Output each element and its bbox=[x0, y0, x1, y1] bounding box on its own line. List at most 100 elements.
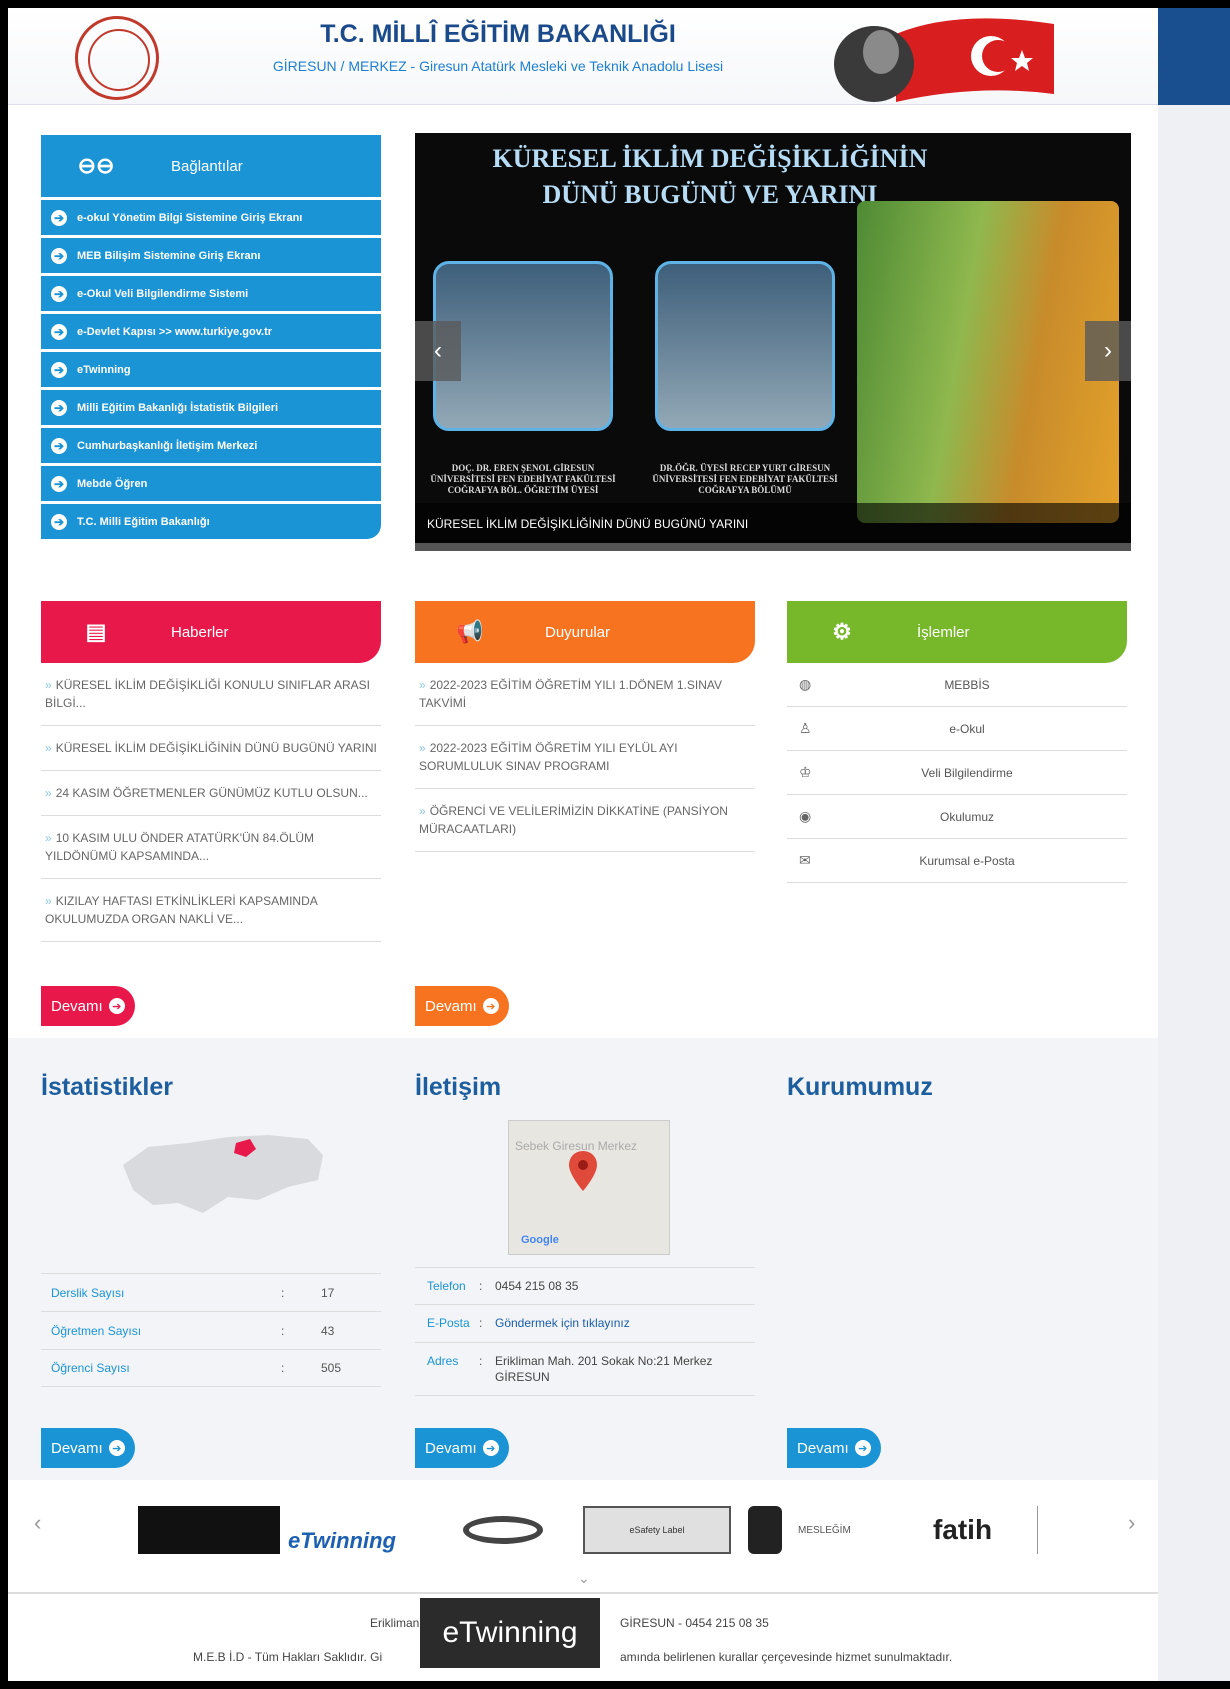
link-label: e-okul Yönetim Bilgi Sistemine Giriş Ekr… bbox=[77, 211, 303, 224]
slide-caption[interactable]: KÜRESEL İKLİM DEĞİŞİKLİĞİNİN DÜNÜ BUGÜNÜ… bbox=[415, 503, 1131, 543]
map-pin-icon bbox=[569, 1151, 597, 1191]
link-icon: ⊖⊖ bbox=[77, 153, 115, 178]
right-edge-header bbox=[1158, 8, 1230, 105]
announcements-heading: Duyurular bbox=[545, 623, 611, 641]
double-chevron-icon: » bbox=[45, 678, 52, 692]
op-item-eposta[interactable]: ✉ Kurumsal e-Posta bbox=[787, 839, 1127, 883]
news-item[interactable]: » 10 KASIM ULU ÖNDER ATATÜRK'ÜN 84.ÖLÜM Y… bbox=[41, 816, 381, 879]
op-item-eokul[interactable]: ♙ e-Okul bbox=[787, 707, 1127, 751]
slider-prev-button[interactable]: ‹ bbox=[415, 321, 461, 381]
contact-value: 0454 215 08 35 bbox=[495, 1279, 579, 1293]
footer-copyright-left: M.E.B İ.D - Tüm Hakları Saklıdır. Gi bbox=[193, 1650, 383, 1664]
meb-logo[interactable] bbox=[75, 16, 159, 100]
news-item[interactable]: » KIZILAY HAFTASI ETKİNLİKLERİ KAPSAMINDA… bbox=[41, 879, 381, 942]
more-label: Devamı bbox=[425, 997, 477, 1015]
stats-more-button[interactable]: Devamı ➔ bbox=[41, 1428, 135, 1468]
arrow-circle-icon: ➔ bbox=[51, 475, 67, 492]
contact-more-button[interactable]: Devamı ➔ bbox=[415, 1428, 509, 1468]
news-more-button[interactable]: Devamı ➔ bbox=[41, 986, 135, 1026]
megaphone-icon: 📢 bbox=[456, 619, 484, 644]
turkey-map bbox=[123, 1135, 323, 1213]
link-label: Cumhurbaşkanlığı İletişim Merkezi bbox=[77, 439, 258, 452]
contact-separator: : bbox=[479, 1279, 483, 1293]
op-item-mebbis[interactable]: ◍ MEBBİS bbox=[787, 663, 1127, 707]
partner-logo-ring[interactable] bbox=[463, 1516, 543, 1544]
contact-value: Erikliman Mah. 201 Sokak No:21 Merkez Gİ… bbox=[495, 1354, 713, 1384]
announcement-title: 2022-2023 EĞİTİM ÖĞRETİM YILI 1.DÖNEM 1.… bbox=[419, 678, 723, 710]
stat-value: 43 bbox=[321, 1323, 335, 1338]
link-item-meb-istatistik[interactable]: ➔ Milli Eğitim Bakanlığı İstatistik Bilgi… bbox=[41, 387, 381, 425]
contact-label: E-Posta bbox=[427, 1316, 470, 1330]
arrow-circle-icon: ➔ bbox=[51, 247, 67, 264]
op-item-okulumuz[interactable]: ◉ Okulumuz bbox=[787, 795, 1127, 839]
link-label: e-Okul Veli Bilgilendirme Sistemi bbox=[77, 287, 249, 300]
partner-logo-fatih[interactable]: fatih bbox=[888, 1506, 1038, 1554]
info-band bbox=[8, 1038, 1158, 1480]
mail-icon: ✉ bbox=[799, 852, 811, 868]
op-label: Veli Bilgilendirme bbox=[921, 765, 1013, 780]
slider-next-button[interactable]: › bbox=[1085, 321, 1131, 381]
arrow-circle-icon: ➔ bbox=[51, 399, 67, 416]
link-item-meb[interactable]: ➔ T.C. Milli Eğitim Bakanlığı bbox=[41, 501, 381, 539]
arrow-circle-icon: ➔ bbox=[51, 285, 67, 302]
link-label: Milli Eğitim Bakanlığı İstatistik Bilgil… bbox=[77, 401, 279, 414]
link-item-eokul-yonetim[interactable]: ➔ e-okul Yönetim Bilgi Sistemine Giriş Ek… bbox=[41, 197, 381, 235]
link-item-etwinning[interactable]: ➔ eTwinning bbox=[41, 349, 381, 387]
contact-row-address: Adres: Erikliman Mah. 201 Sokak No:21 Mer… bbox=[415, 1342, 755, 1396]
op-label: Okulumuz bbox=[939, 809, 995, 824]
arrow-circle-icon: ➔ bbox=[51, 209, 67, 226]
announcements-more-button[interactable]: Devamı ➔ bbox=[415, 986, 509, 1026]
link-item-mebde-ogren[interactable]: ➔ Mebde Öğren bbox=[41, 463, 381, 501]
op-label: MEBBİS bbox=[944, 677, 990, 692]
link-item-cimer[interactable]: ➔ Cumhurbaşkanlığı İletişim Merkezi bbox=[41, 425, 381, 463]
partner-logo-esafety[interactable]: eSafety Label bbox=[583, 1506, 731, 1554]
news-box: ▤ Haberler » KÜRESEL İKLİM DEĞİŞİKLİĞİ KO… bbox=[41, 601, 381, 942]
announcements-box: 📢 Duyurular » 2022-2023 EĞİTİM ÖĞRETİM YI… bbox=[415, 601, 755, 852]
contact-row-phone: Telefon:0454 215 08 35 bbox=[415, 1267, 755, 1304]
news-title: KÜRESEL İKLİM DEĞİŞİKLİĞİ KONULU SINIFLA… bbox=[45, 678, 371, 710]
contact-separator: : bbox=[479, 1316, 483, 1330]
location-map[interactable]: Sebek Giresun Merkez Google bbox=[508, 1120, 670, 1255]
stat-value: 17 bbox=[321, 1285, 335, 1300]
link-label: e-Devlet Kapısı >> www.turkiye.gov.tr bbox=[77, 325, 273, 338]
partner-logo-building[interactable] bbox=[138, 1506, 280, 1554]
news-slider[interactable]: KÜRESEL İKLİM DEĞİŞİKLİĞİNİN DÜNÜ BUGÜNÜ… bbox=[415, 133, 1131, 551]
stat-row-teachers: Öğretmen Sayısı: 43 bbox=[41, 1311, 381, 1349]
newspaper-icon: ▤ bbox=[85, 619, 107, 644]
school-globe-icon: ◉ bbox=[799, 808, 812, 824]
stat-separator: : bbox=[281, 1285, 285, 1300]
arrow-circle-icon: ➔ bbox=[854, 1440, 871, 1456]
link-item-edevlet[interactable]: ➔ e-Devlet Kapısı >> www.turkiye.gov.tr bbox=[41, 311, 381, 349]
contact-label: Telefon bbox=[427, 1279, 466, 1293]
partner-logo-shield[interactable] bbox=[748, 1506, 782, 1554]
more-label: Devamı bbox=[51, 1439, 103, 1457]
arrow-circle-icon: ➔ bbox=[51, 437, 67, 454]
op-item-veli[interactable]: ♔ Veli Bilgilendirme bbox=[787, 751, 1127, 795]
announcement-item[interactable]: » 2022-2023 EĞİTİM ÖĞRETİM YILI EYLÜL AYI… bbox=[415, 726, 755, 789]
announcement-item[interactable]: » ÖĞRENCİ VE VELİLERİMİZİN DİKKATİNE (PAN… bbox=[415, 789, 755, 852]
news-item[interactable]: » 24 KASIM ÖĞRETMENLER GÜNÜMÜZ KUTLU OLSU… bbox=[41, 771, 381, 816]
news-header: ▤ Haberler bbox=[41, 601, 381, 663]
news-title: 10 KASIM ULU ÖNDER ATATÜRK'ÜN 84.ÖLÜM YI… bbox=[45, 831, 315, 863]
arrow-circle-icon: ➔ bbox=[482, 998, 499, 1014]
stat-label: Derslik Sayısı bbox=[51, 1285, 125, 1300]
page: T.C. MİLLÎ EĞİTİM BAKANLIĞI GİRESUN / ME… bbox=[8, 8, 1158, 1681]
email-link[interactable]: Göndermek için tıklayınız bbox=[495, 1315, 755, 1331]
partner-logo-meslegim[interactable]: MESLEĞİM bbox=[798, 1506, 862, 1554]
link-item-eokul-veli[interactable]: ➔ e-Okul Veli Bilgilendirme Sistemi bbox=[41, 273, 381, 311]
family-icon: ♔ bbox=[799, 764, 812, 780]
op-label: Kurumsal e-Posta bbox=[919, 853, 1015, 868]
google-logo: Google bbox=[521, 1234, 559, 1246]
institution-more-button[interactable]: Devamı ➔ bbox=[787, 1428, 881, 1468]
partner-logo-etwinning[interactable]: eTwinning bbox=[288, 1506, 438, 1554]
news-item[interactable]: » KÜRESEL İKLİM DEĞİŞİKLİĞİ KONULU SINIFL… bbox=[41, 663, 381, 726]
gears-icon: ⚙ bbox=[832, 619, 852, 644]
partners-prev-button[interactable]: ‹ bbox=[34, 1510, 41, 1536]
right-edge-bar bbox=[1158, 8, 1230, 1681]
link-item-meb-bilisim[interactable]: ➔ MEB Bilişim Sistemine Giriş Ekranı bbox=[41, 235, 381, 273]
partners-next-button[interactable]: › bbox=[1128, 1510, 1135, 1536]
arrow-circle-icon: ➔ bbox=[51, 513, 67, 530]
more-label: Devamı bbox=[51, 997, 103, 1015]
announcement-item[interactable]: » 2022-2023 EĞİTİM ÖĞRETİM YILI 1.DÖNEM 1… bbox=[415, 663, 755, 726]
news-item[interactable]: » KÜRESEL İKLİM DEĞİŞİKLİĞİNİN DÜNÜ BUGÜN… bbox=[41, 726, 381, 771]
